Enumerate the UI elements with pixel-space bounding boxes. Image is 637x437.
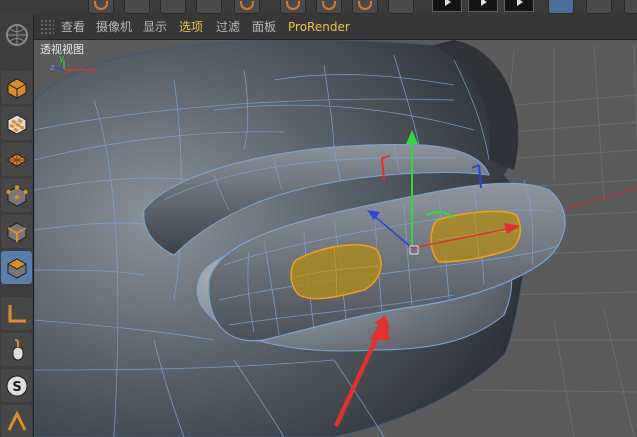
polygons-mode-button[interactable] xyxy=(1,251,32,284)
axis-mode-icon xyxy=(8,304,26,322)
texture-mode-icon xyxy=(7,113,26,135)
axis-label-z: z xyxy=(50,63,55,73)
viewport-menubar: 查看 摄像机 显示 选项 过滤 面板 ProRender xyxy=(34,14,637,40)
z-axis-lock-icon[interactable] xyxy=(352,0,378,14)
x-axis-lock-icon[interactable] xyxy=(280,0,306,14)
snap-button[interactable]: S xyxy=(1,369,32,402)
tweak-mode-button[interactable] xyxy=(1,333,32,366)
edges-mode-icon xyxy=(7,221,26,243)
axis-label-x: x xyxy=(92,66,98,76)
perspective-viewport[interactable]: y x z 透视视图 xyxy=(34,40,637,437)
workplane-lock-button[interactable] xyxy=(1,405,32,437)
recent-tools-icon[interactable] xyxy=(234,0,260,14)
workplane-mode-button[interactable] xyxy=(1,143,32,176)
move-icon[interactable] xyxy=(124,0,150,14)
y-axis-lock-icon[interactable] xyxy=(316,0,342,14)
snap-icon: S xyxy=(6,375,27,396)
menu-options[interactable]: 选项 xyxy=(179,20,203,34)
logo-sphere-icon xyxy=(5,23,28,46)
workplane-mode-icon xyxy=(5,152,28,167)
render-view-icon[interactable] xyxy=(432,0,462,12)
rotate-icon[interactable] xyxy=(196,0,222,14)
subdivision-icon[interactable] xyxy=(586,0,612,14)
viewport-title: 透视视图 xyxy=(40,43,84,56)
menu-display[interactable]: 显示 xyxy=(143,20,167,34)
menu-filter[interactable]: 过滤 xyxy=(216,20,240,34)
texture-mode-button[interactable] xyxy=(1,107,32,140)
menu-view[interactable]: 查看 xyxy=(61,20,85,34)
model-mode-button[interactable] xyxy=(1,71,32,104)
menu-cameras[interactable]: 摄像机 xyxy=(96,20,132,34)
workplane-lock-icon xyxy=(7,410,26,431)
main-toolbar xyxy=(0,0,637,14)
render-settings-icon[interactable] xyxy=(504,0,534,12)
axis-mode-button[interactable] xyxy=(1,297,32,330)
edges-mode-button[interactable] xyxy=(1,215,32,248)
menu-prorender[interactable]: ProRender xyxy=(288,20,350,34)
scale-icon[interactable] xyxy=(160,0,186,14)
svg-text:S: S xyxy=(12,380,21,395)
menu-panel[interactable]: 面板 xyxy=(252,20,276,34)
drag-grip-icon[interactable] xyxy=(40,19,54,35)
mode-palette: S xyxy=(0,14,34,437)
coordinate-system-icon[interactable] xyxy=(388,0,414,14)
points-mode-button[interactable] xyxy=(1,179,32,212)
array-icon[interactable] xyxy=(624,0,637,14)
points-mode-icon xyxy=(5,184,28,207)
render-to-picture-viewer-icon[interactable] xyxy=(468,0,498,12)
viewport-scene[interactable]: y x z xyxy=(34,40,637,437)
polygons-mode-icon xyxy=(6,257,27,279)
undo-icon[interactable] xyxy=(88,0,114,14)
model-mode-icon xyxy=(7,77,26,99)
palette-logo xyxy=(1,18,32,51)
cube-object-icon[interactable] xyxy=(548,0,574,14)
tweak-mode-icon xyxy=(12,338,23,360)
